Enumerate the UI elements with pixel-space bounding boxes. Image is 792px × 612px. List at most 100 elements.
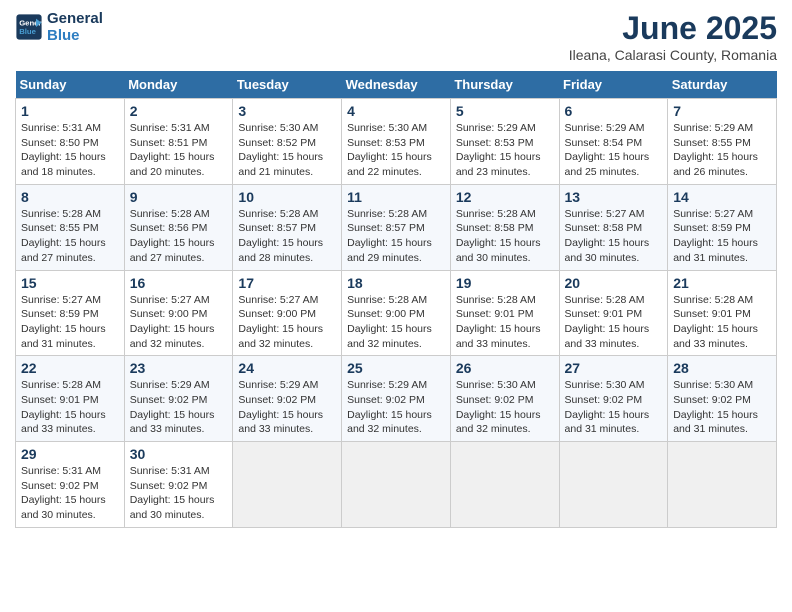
day-info: Sunrise: 5:30 AM Sunset: 8:52 PM Dayligh… <box>238 121 336 180</box>
day-info: Sunrise: 5:28 AM Sunset: 8:57 PM Dayligh… <box>238 207 336 266</box>
calendar-cell <box>450 442 559 528</box>
calendar-row: 15Sunrise: 5:27 AM Sunset: 8:59 PM Dayli… <box>16 270 777 356</box>
calendar-cell: 3Sunrise: 5:30 AM Sunset: 8:52 PM Daylig… <box>233 99 342 185</box>
day-number: 14 <box>673 189 771 205</box>
calendar-cell: 29 Sunrise: 5:31 AM Sunset: 9:02 PM Dayli… <box>16 442 125 528</box>
calendar-cell: 22 Sunrise: 5:28 AM Sunset: 9:01 PM Dayli… <box>16 356 125 442</box>
calendar-cell: 20Sunrise: 5:28 AM Sunset: 9:01 PM Dayli… <box>559 270 668 356</box>
day-number: 4 <box>347 103 445 119</box>
calendar-cell: 8 Sunrise: 5:28 AM Sunset: 8:55 PM Daylig… <box>16 184 125 270</box>
col-header-tuesday: Tuesday <box>233 71 342 99</box>
calendar-row: 29 Sunrise: 5:31 AM Sunset: 9:02 PM Dayli… <box>16 442 777 528</box>
calendar-row: 22 Sunrise: 5:28 AM Sunset: 9:01 PM Dayli… <box>16 356 777 442</box>
calendar-cell: 13 Sunrise: 5:27 AM Sunset: 8:58 PM Dayli… <box>559 184 668 270</box>
day-info: Sunrise: 5:28 AM Sunset: 9:00 PM Dayligh… <box>347 293 445 352</box>
day-info: Sunrise: 5:28 AM Sunset: 9:01 PM Dayligh… <box>456 293 554 352</box>
calendar-cell: 5 Sunrise: 5:29 AM Sunset: 8:53 PM Daylig… <box>450 99 559 185</box>
calendar-cell: 26 Sunrise: 5:30 AM Sunset: 9:02 PM Dayli… <box>450 356 559 442</box>
day-info: Sunrise: 5:27 AM Sunset: 8:59 PM Dayligh… <box>673 207 771 266</box>
day-number: 28 <box>673 360 771 376</box>
day-number: 18 <box>347 275 445 291</box>
day-number: 9 <box>130 189 228 205</box>
day-number: 5 <box>456 103 554 119</box>
calendar-cell: 19 Sunrise: 5:28 AM Sunset: 9:01 PM Dayli… <box>450 270 559 356</box>
day-info: Sunrise: 5:29 AM Sunset: 9:02 PM Dayligh… <box>347 378 445 437</box>
day-number: 13 <box>565 189 663 205</box>
day-info: Sunrise: 5:30 AM Sunset: 9:02 PM Dayligh… <box>456 378 554 437</box>
subtitle: Ileana, Calarasi County, Romania <box>569 47 777 63</box>
calendar-cell: 15Sunrise: 5:27 AM Sunset: 8:59 PM Dayli… <box>16 270 125 356</box>
col-header-wednesday: Wednesday <box>342 71 451 99</box>
calendar-cell: 1Sunrise: 5:31 AM Sunset: 8:50 PM Daylig… <box>16 99 125 185</box>
day-info: Sunrise: 5:27 AM Sunset: 9:00 PM Dayligh… <box>238 293 336 352</box>
day-number: 24 <box>238 360 336 376</box>
calendar-row: 8 Sunrise: 5:28 AM Sunset: 8:55 PM Daylig… <box>16 184 777 270</box>
col-header-thursday: Thursday <box>450 71 559 99</box>
day-info: Sunrise: 5:28 AM Sunset: 9:01 PM Dayligh… <box>21 378 119 437</box>
calendar-cell: 6 Sunrise: 5:29 AM Sunset: 8:54 PM Daylig… <box>559 99 668 185</box>
day-info: Sunrise: 5:29 AM Sunset: 9:02 PM Dayligh… <box>238 378 336 437</box>
calendar-cell: 9Sunrise: 5:28 AM Sunset: 8:56 PM Daylig… <box>124 184 233 270</box>
day-info: Sunrise: 5:27 AM Sunset: 8:58 PM Dayligh… <box>565 207 663 266</box>
day-number: 30 <box>130 446 228 462</box>
calendar-cell: 2 Sunrise: 5:31 AM Sunset: 8:51 PM Daylig… <box>124 99 233 185</box>
day-number: 17 <box>238 275 336 291</box>
calendar-cell: 23 Sunrise: 5:29 AM Sunset: 9:02 PM Dayli… <box>124 356 233 442</box>
calendar-cell: 28 Sunrise: 5:30 AM Sunset: 9:02 PM Dayli… <box>668 356 777 442</box>
day-info: Sunrise: 5:28 AM Sunset: 8:55 PM Dayligh… <box>21 207 119 266</box>
calendar-cell: 30 Sunrise: 5:31 AM Sunset: 9:02 PM Dayli… <box>124 442 233 528</box>
col-header-friday: Friday <box>559 71 668 99</box>
day-info: Sunrise: 5:29 AM Sunset: 8:54 PM Dayligh… <box>565 121 663 180</box>
day-number: 29 <box>21 446 119 462</box>
main-title: June 2025 <box>569 10 777 47</box>
day-info: Sunrise: 5:28 AM Sunset: 8:57 PM Dayligh… <box>347 207 445 266</box>
day-info: Sunrise: 5:31 AM Sunset: 9:02 PM Dayligh… <box>21 464 119 523</box>
day-number: 23 <box>130 360 228 376</box>
title-section: June 2025 Ileana, Calarasi County, Roman… <box>569 10 777 63</box>
day-info: Sunrise: 5:30 AM Sunset: 9:02 PM Dayligh… <box>565 378 663 437</box>
day-number: 2 <box>130 103 228 119</box>
logo-text: General Blue <box>47 10 103 44</box>
calendar-cell: 12Sunrise: 5:28 AM Sunset: 8:58 PM Dayli… <box>450 184 559 270</box>
calendar-cell: 10Sunrise: 5:28 AM Sunset: 8:57 PM Dayli… <box>233 184 342 270</box>
day-number: 22 <box>21 360 119 376</box>
calendar-cell <box>342 442 451 528</box>
calendar-cell <box>559 442 668 528</box>
calendar-cell: 18 Sunrise: 5:28 AM Sunset: 9:00 PM Dayli… <box>342 270 451 356</box>
calendar-cell: 7Sunrise: 5:29 AM Sunset: 8:55 PM Daylig… <box>668 99 777 185</box>
calendar-cell: 24 Sunrise: 5:29 AM Sunset: 9:02 PM Dayli… <box>233 356 342 442</box>
day-info: Sunrise: 5:31 AM Sunset: 8:50 PM Dayligh… <box>21 121 119 180</box>
header-row: SundayMondayTuesdayWednesdayThursdayFrid… <box>16 71 777 99</box>
svg-text:Blue: Blue <box>19 27 36 36</box>
day-number: 27 <box>565 360 663 376</box>
day-info: Sunrise: 5:28 AM Sunset: 9:01 PM Dayligh… <box>565 293 663 352</box>
day-number: 25 <box>347 360 445 376</box>
day-number: 16 <box>130 275 228 291</box>
calendar-cell: 27 Sunrise: 5:30 AM Sunset: 9:02 PM Dayli… <box>559 356 668 442</box>
calendar-row: 1Sunrise: 5:31 AM Sunset: 8:50 PM Daylig… <box>16 99 777 185</box>
day-info: Sunrise: 5:31 AM Sunset: 9:02 PM Dayligh… <box>130 464 228 523</box>
day-info: Sunrise: 5:29 AM Sunset: 8:53 PM Dayligh… <box>456 121 554 180</box>
day-number: 15 <box>21 275 119 291</box>
day-number: 8 <box>21 189 119 205</box>
day-info: Sunrise: 5:28 AM Sunset: 8:58 PM Dayligh… <box>456 207 554 266</box>
day-info: Sunrise: 5:27 AM Sunset: 9:00 PM Dayligh… <box>130 293 228 352</box>
page-header: General Blue General Blue June 2025 Ilea… <box>15 10 777 63</box>
day-number: 6 <box>565 103 663 119</box>
calendar-cell <box>668 442 777 528</box>
logo: General Blue General Blue <box>15 10 103 44</box>
day-info: Sunrise: 5:30 AM Sunset: 9:02 PM Dayligh… <box>673 378 771 437</box>
day-number: 19 <box>456 275 554 291</box>
calendar-cell: 4Sunrise: 5:30 AM Sunset: 8:53 PM Daylig… <box>342 99 451 185</box>
day-number: 7 <box>673 103 771 119</box>
day-number: 21 <box>673 275 771 291</box>
calendar-cell: 14 Sunrise: 5:27 AM Sunset: 8:59 PM Dayli… <box>668 184 777 270</box>
day-number: 26 <box>456 360 554 376</box>
day-info: Sunrise: 5:31 AM Sunset: 8:51 PM Dayligh… <box>130 121 228 180</box>
day-number: 11 <box>347 189 445 205</box>
day-info: Sunrise: 5:29 AM Sunset: 9:02 PM Dayligh… <box>130 378 228 437</box>
logo-icon: General Blue <box>15 13 43 41</box>
calendar-cell <box>233 442 342 528</box>
calendar-cell: 25 Sunrise: 5:29 AM Sunset: 9:02 PM Dayli… <box>342 356 451 442</box>
col-header-saturday: Saturday <box>668 71 777 99</box>
